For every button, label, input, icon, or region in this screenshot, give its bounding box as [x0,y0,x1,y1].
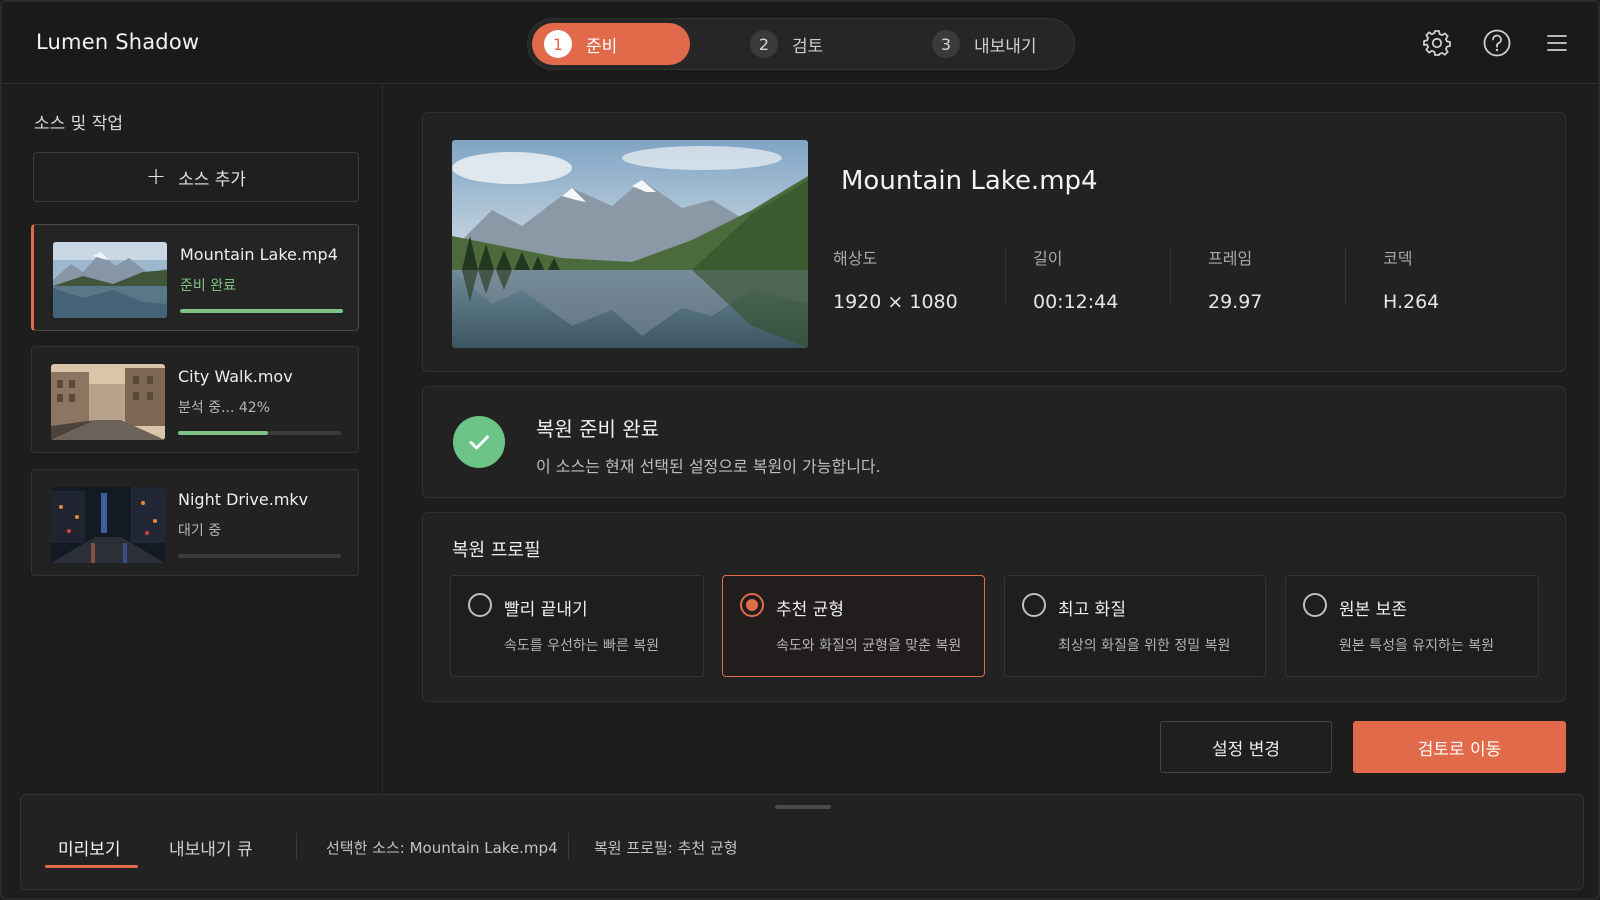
step-number: 3 [932,30,960,58]
menu-icon[interactable] [1542,28,1572,58]
check-icon [453,416,505,468]
profile-title: 복원 프로필 [452,540,541,561]
go-to-review-button[interactable]: 검토로 이동 [1353,721,1566,773]
meta-value: H.264 [1383,291,1440,313]
workflow-stepper: 1 준비 2 검토 3 내보내기 [527,18,1075,70]
meta-divider [1005,247,1006,305]
meta-value: 29.97 [1208,291,1263,313]
status-title: 복원 준비 완료 [536,417,660,441]
source-progress [180,309,343,313]
progress-fill [178,431,268,435]
step-number: 1 [544,30,572,58]
meta-divider [1170,247,1171,305]
source-item-night-drive[interactable]: Night Drive.mkv 대기 중 [31,469,359,576]
change-settings-button[interactable]: 설정 변경 [1160,721,1332,773]
source-name: Mountain Lake.mp4 [180,245,338,264]
profile-option-preserve[interactable]: 원본 보존 원본 특성을 유지하는 복원 [1285,575,1539,677]
option-description: 최상의 화질을 위한 정밀 복원 [1058,638,1231,654]
step-export[interactable]: 3 내보내기 [920,23,1070,65]
file-title: Mountain Lake.mp4 [841,166,1098,196]
meta-divider [1345,247,1346,305]
option-title: 원본 보존 [1339,600,1407,620]
step-label: 준비 [586,36,618,57]
option-title: 최고 화질 [1058,600,1126,620]
radio-button[interactable] [740,593,764,617]
video-preview-image [452,140,808,348]
option-description: 속도와 화질의 균형을 맞춘 복원 [776,638,962,654]
meta-value: 1920 × 1080 [833,291,958,313]
profile-option-best[interactable]: 최고 화질 최상의 화질을 위한 정밀 복원 [1004,575,1266,677]
progress-fill [180,309,343,313]
step-label: 내보내기 [974,36,1037,57]
bar-divider [568,833,569,859]
source-name: Night Drive.mkv [178,490,309,509]
city-walk-thumbnail [51,364,165,440]
source-status: 대기 중 [178,523,222,539]
mountain-lake-thumbnail [53,242,167,318]
active-tab-indicator [45,865,138,868]
app-title: Lumen Shadow [36,30,200,54]
restore-profile-panel: 복원 프로필 빨리 끝내기 속도를 우선하는 빠른 복원 추천 균형 속도와 화… [422,512,1566,702]
bar-divider [296,833,297,859]
help-icon[interactable] [1482,28,1512,58]
option-description: 원본 특성을 유지하는 복원 [1339,638,1495,654]
file-info-panel: Mountain Lake.mp4 해상도 1920 × 1080 길이 00:… [422,112,1566,372]
add-source-label: 소스 추가 [178,169,247,190]
plus-icon: + [145,162,167,190]
step-review[interactable]: 2 검토 [738,23,888,65]
source-item-city-walk[interactable]: City Walk.mov 분석 중... 42% [31,346,359,453]
source-progress [178,554,341,558]
meta-duration: 길이 00:12:44 [1033,245,1118,313]
meta-value: 00:12:44 [1033,291,1119,313]
meta-resolution: 해상도 1920 × 1080 [833,245,958,313]
meta-label: 코덱 [1383,249,1413,268]
option-title: 빨리 끝내기 [504,600,588,620]
radio-button[interactable] [1303,593,1327,617]
step-prepare[interactable]: 1 준비 [532,23,690,65]
meta-label: 프레임 [1208,249,1253,268]
gear-icon[interactable] [1422,28,1452,58]
selected-source-info: 선택한 소스: Mountain Lake.mp4 [326,839,558,857]
restore-status-panel: 복원 준비 완료 이 소스는 현재 선택된 설정으로 복원이 가능합니다. [422,386,1566,498]
night-drive-thumbnail [51,487,165,563]
bottom-panel: 미리보기 내보내기 큐 선택한 소스: Mountain Lake.mp4 복원… [20,794,1584,890]
radio-button[interactable] [468,593,492,617]
drag-handle[interactable] [775,805,831,809]
step-number: 2 [750,30,778,58]
sources-sidebar: 소스 및 작업 + 소스 추가 Mountain Lake.mp4 준비 완료 [2,84,383,794]
meta-label: 해상도 [833,249,878,268]
option-title: 추천 균형 [776,600,844,620]
step-label: 검토 [792,36,824,57]
meta-framerate: 프레임 29.97 [1208,245,1262,313]
app-window: Lumen Shadow 1 준비 2 검토 3 내보내기 소스 및 작업 + … [0,0,1600,900]
tab-preview[interactable]: 미리보기 [58,835,121,860]
tab-export-queue[interactable]: 내보내기 큐 [169,835,253,860]
meta-codec: 코덱 H.264 [1383,245,1439,313]
option-description: 속도를 우선하는 빠른 복원 [504,638,660,654]
profile-option-balanced[interactable]: 추천 균형 속도와 화질의 균형을 맞춘 복원 [722,575,985,677]
source-status: 준비 완료 [180,278,236,294]
add-source-button[interactable]: + 소스 추가 [33,152,359,202]
source-status: 분석 중... 42% [178,400,271,416]
source-name: City Walk.mov [178,367,293,386]
radio-button[interactable] [1022,593,1046,617]
profile-option-fast[interactable]: 빨리 끝내기 속도를 우선하는 빠른 복원 [450,575,704,677]
status-description: 이 소스는 현재 선택된 설정으로 복원이 가능합니다. [536,457,881,476]
selected-profile-info: 복원 프로필: 추천 균형 [594,839,738,857]
meta-label: 길이 [1033,249,1063,268]
source-item-mountain-lake[interactable]: Mountain Lake.mp4 준비 완료 [31,224,359,331]
source-progress [178,431,341,435]
sidebar-title: 소스 및 작업 [34,114,124,134]
top-header: Lumen Shadow 1 준비 2 검토 3 내보내기 [2,2,1598,84]
